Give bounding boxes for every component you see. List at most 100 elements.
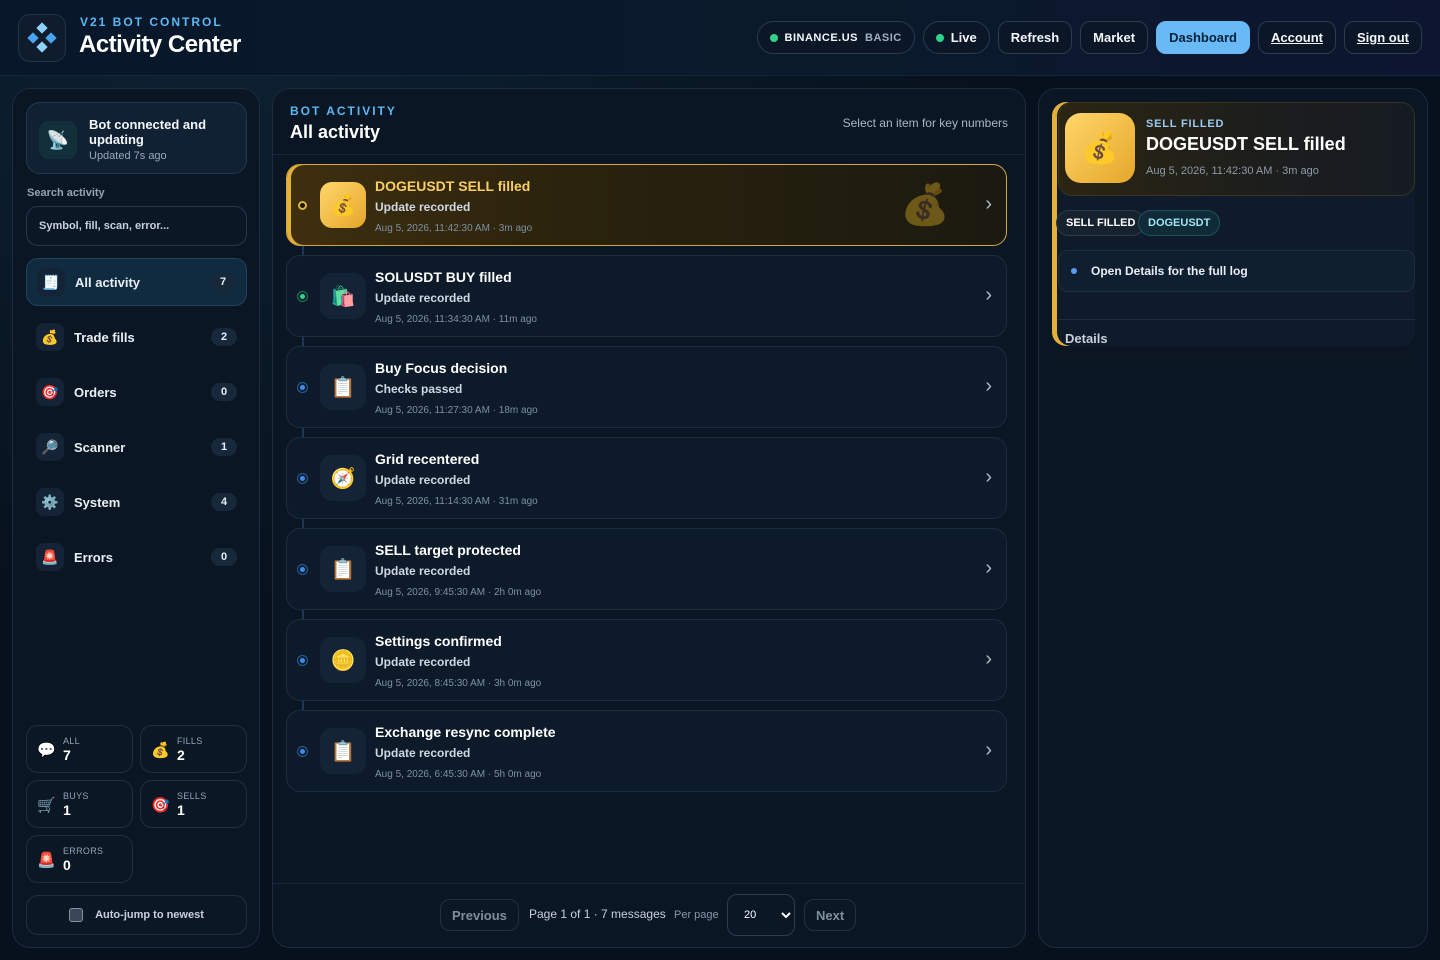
item-time: Aug 5, 2026, 11:27:30 AM · 18m ago bbox=[375, 405, 538, 416]
item-subtitle: Update recorded bbox=[375, 473, 471, 487]
timeline-dot bbox=[298, 201, 307, 210]
stat-value: 1 bbox=[63, 802, 71, 818]
activity-item[interactable]: 🪙 Settings confirmed Update recorded Aug… bbox=[286, 619, 1007, 701]
fade-overlay bbox=[1052, 346, 1415, 386]
activity-item[interactable]: 📋 Exchange resync complete Update record… bbox=[286, 710, 1007, 792]
stat-sells: 🎯 SELLS 1 bbox=[140, 780, 247, 828]
status-updated: Updated 7s ago bbox=[89, 150, 167, 162]
activity-item-selected[interactable]: 💰 DOGEUSDT SELL filled Update recorded A… bbox=[286, 164, 1007, 246]
refresh-button[interactable]: Refresh bbox=[997, 21, 1073, 54]
exchange-tier: BASIC bbox=[865, 31, 902, 44]
previous-page-button[interactable]: Previous bbox=[440, 899, 519, 931]
stat-errors: 🚨 ERRORS 0 bbox=[26, 835, 133, 883]
filter-label: Orders bbox=[74, 384, 117, 400]
filter-system[interactable]: ⚙️ System 4 bbox=[26, 478, 247, 526]
sign-out-link[interactable]: Sign out bbox=[1344, 21, 1422, 54]
symbol-tag: DOGEUSDT bbox=[1138, 210, 1221, 236]
auto-jump-label: Auto-jump to newest bbox=[95, 909, 204, 921]
clipboard-icon: 📋 bbox=[320, 546, 366, 592]
chevron-right-icon: › bbox=[985, 648, 992, 670]
details-toggle[interactable]: Details bbox=[1065, 331, 1108, 346]
item-subtitle: Update recorded bbox=[375, 746, 471, 760]
activity-item[interactable]: 📋 Buy Focus decision Checks passed Aug 5… bbox=[286, 346, 1007, 428]
receipt-icon: 🧾 bbox=[37, 268, 65, 296]
filter-orders[interactable]: 🎯 Orders 0 bbox=[26, 368, 247, 416]
target-icon: 🎯 bbox=[36, 378, 64, 406]
money-bag-icon: 💰 bbox=[1065, 113, 1135, 183]
next-page-button[interactable]: Next bbox=[804, 899, 857, 931]
stat-fills: 💰 FILLS 2 bbox=[140, 725, 247, 773]
activity-item[interactable]: 🛍️ SOLUSDT BUY filled Update recorded Au… bbox=[286, 255, 1007, 337]
live-button[interactable]: Live bbox=[922, 21, 990, 54]
item-subtitle: Update recorded bbox=[375, 655, 471, 669]
item-title: Exchange resync complete bbox=[375, 724, 556, 740]
chevron-right-icon: › bbox=[985, 284, 992, 306]
activity-item[interactable]: 🧭 Grid recentered Update recorded Aug 5,… bbox=[286, 437, 1007, 519]
satellite-icon: 📡 bbox=[39, 121, 77, 159]
target-icon: 🎯 bbox=[151, 797, 170, 814]
activity-item[interactable]: 📋 SELL target protected Update recorded … bbox=[286, 528, 1007, 610]
item-time: Aug 5, 2026, 6:45:30 AM · 5h 0m ago bbox=[375, 769, 542, 780]
divider bbox=[273, 883, 1025, 884]
timeline-dot bbox=[298, 292, 307, 301]
item-time: Aug 5, 2026, 11:42:30 AM · 3m ago bbox=[375, 223, 533, 234]
filter-label: Trade fills bbox=[74, 329, 135, 345]
chevron-right-icon: › bbox=[985, 375, 992, 397]
chevron-right-icon: › bbox=[985, 739, 992, 761]
shopping-bags-icon: 🛍️ bbox=[320, 273, 366, 319]
money-bag-icon: 💰 bbox=[36, 323, 64, 351]
divider bbox=[273, 154, 1025, 155]
stat-label: SELLS bbox=[177, 791, 207, 801]
diamond-logo-icon bbox=[27, 22, 57, 53]
item-title: DOGEUSDT SELL filled bbox=[375, 178, 531, 194]
stat-label: BUYS bbox=[63, 791, 89, 801]
chevron-right-icon: › bbox=[985, 193, 992, 215]
filter-trade-fills[interactable]: 💰 Trade fills 2 bbox=[26, 313, 247, 361]
timeline-dot bbox=[298, 474, 307, 483]
live-dot-icon bbox=[935, 33, 944, 42]
account-link[interactable]: Account bbox=[1258, 21, 1336, 54]
hint-label: Open Details for the full log bbox=[1091, 264, 1248, 278]
stat-label: ERRORS bbox=[63, 846, 104, 856]
market-button[interactable]: Market bbox=[1080, 21, 1149, 54]
item-subtitle: Update recorded bbox=[375, 200, 471, 214]
filter-label: System bbox=[74, 494, 121, 510]
auto-jump-toggle[interactable]: Auto-jump to newest bbox=[26, 895, 247, 935]
divider bbox=[1058, 319, 1415, 320]
detail-kicker: SELL FILLED bbox=[1146, 118, 1225, 130]
stat-value: 0 bbox=[63, 857, 71, 873]
magnifier-icon: 🔎 bbox=[36, 433, 64, 461]
stat-label: ALL bbox=[63, 736, 80, 746]
clipboard-icon: 📋 bbox=[320, 364, 366, 410]
exchange-badge: BINANCE.US BASIC bbox=[756, 21, 915, 54]
event-type-tag: SELL FILLED bbox=[1056, 210, 1146, 236]
detail-panel: 💰 SELL FILLED DOGEUSDT SELL filled Aug 5… bbox=[1038, 88, 1428, 948]
live-label: Live bbox=[950, 30, 977, 45]
detail-card: 💰 SELL FILLED DOGEUSDT SELL filled Aug 5… bbox=[1052, 102, 1415, 346]
feed-hint: Select an item for key numbers bbox=[842, 116, 1008, 130]
auto-jump-checkbox[interactable] bbox=[69, 908, 84, 922]
compass-icon: 🧭 bbox=[320, 455, 366, 501]
stat-label: FILLS bbox=[177, 736, 203, 746]
stat-value: 1 bbox=[177, 802, 185, 818]
feed-kicker: BOT ACTIVITY bbox=[290, 104, 397, 118]
stat-value: 7 bbox=[63, 747, 71, 763]
filter-scanner[interactable]: 🔎 Scanner 1 bbox=[26, 423, 247, 471]
search-label: Search activity bbox=[27, 187, 105, 199]
stat-all: 💬 ALL 7 bbox=[26, 725, 133, 773]
item-title: Buy Focus decision bbox=[375, 360, 508, 376]
filter-label: Scanner bbox=[74, 439, 126, 455]
filter-count: 2 bbox=[211, 328, 237, 346]
stat-value: 2 bbox=[177, 747, 185, 763]
activity-feed-panel: BOT ACTIVITY All activity Select an item… bbox=[272, 88, 1026, 948]
timeline-dot bbox=[298, 383, 307, 392]
stat-buys: 🛒 BUYS 1 bbox=[26, 780, 133, 828]
search-input[interactable] bbox=[26, 206, 247, 246]
item-time: Aug 5, 2026, 11:14:30 AM · 31m ago bbox=[375, 496, 538, 507]
filter-all-activity[interactable]: 🧾 All activity 7 bbox=[26, 258, 247, 306]
siren-icon: 🚨 bbox=[37, 852, 56, 869]
dashboard-button[interactable]: Dashboard bbox=[1156, 21, 1250, 54]
filter-errors[interactable]: 🚨 Errors 0 bbox=[26, 533, 247, 581]
per-page-select[interactable]: 20 bbox=[727, 894, 795, 936]
filter-count: 7 bbox=[210, 273, 236, 291]
